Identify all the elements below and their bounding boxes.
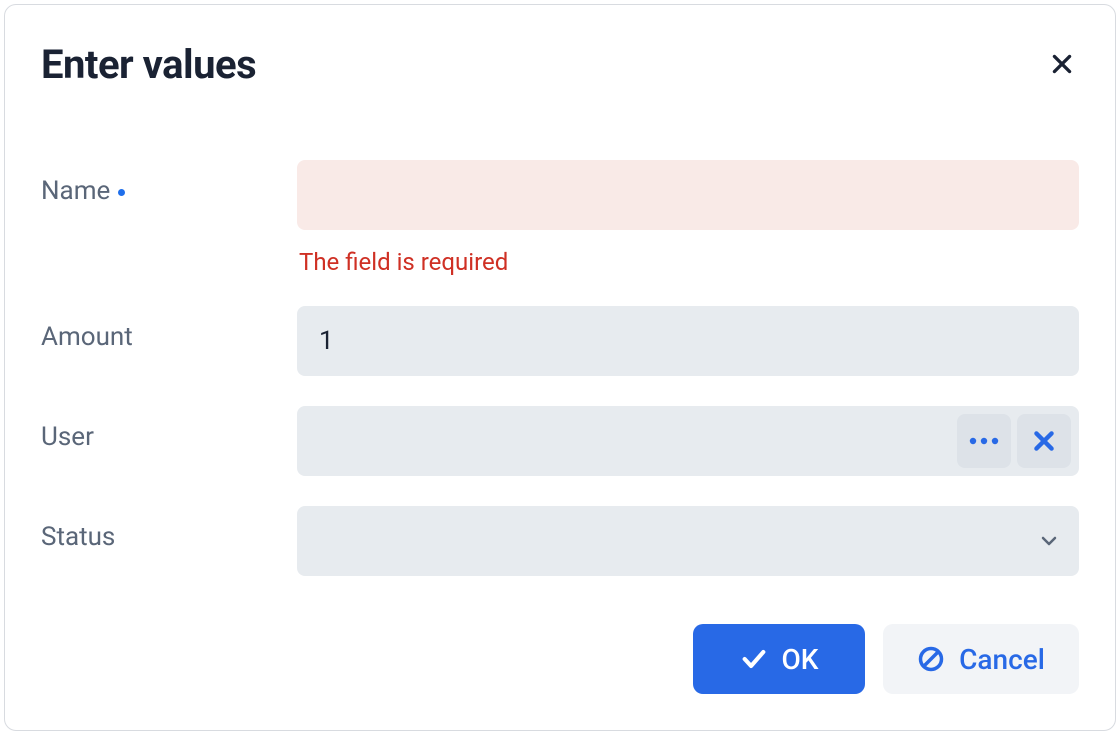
close-icon	[1049, 51, 1075, 77]
amount-label: Amount	[41, 306, 297, 352]
close-button[interactable]	[1045, 47, 1079, 81]
name-label: Name	[41, 160, 297, 206]
name-input[interactable]	[297, 160, 1079, 230]
cancel-button[interactable]: Cancel	[883, 624, 1079, 694]
form-row-amount: Amount	[41, 306, 1079, 376]
status-control	[297, 506, 1079, 576]
ok-button[interactable]: OK	[693, 624, 865, 694]
required-indicator-icon	[118, 189, 125, 196]
form-row-name: Name The field is required	[41, 160, 1079, 276]
user-picker[interactable]	[297, 406, 1079, 476]
name-control: The field is required	[297, 160, 1079, 276]
dialog: Enter values Name The field is required …	[4, 4, 1116, 731]
name-error-text: The field is required	[299, 248, 1079, 276]
dialog-header: Enter values	[41, 41, 1079, 88]
user-input[interactable]	[319, 406, 951, 476]
user-label: User	[41, 406, 297, 452]
amount-input[interactable]	[297, 306, 1079, 376]
dialog-title: Enter values	[41, 41, 256, 88]
check-icon	[740, 645, 768, 673]
chevron-down-icon	[1037, 529, 1061, 553]
dialog-footer: OK Cancel	[693, 624, 1079, 694]
user-clear-button[interactable]	[1017, 414, 1071, 468]
form-row-status: Status	[41, 506, 1079, 576]
clear-icon	[1031, 428, 1057, 454]
form-row-user: User	[41, 406, 1079, 476]
status-label: Status	[41, 506, 297, 552]
user-control	[297, 406, 1079, 476]
amount-control	[297, 306, 1079, 376]
user-lookup-button[interactable]	[957, 414, 1011, 468]
status-select[interactable]	[297, 506, 1079, 576]
ellipsis-icon	[967, 436, 1001, 446]
cancel-icon	[917, 645, 945, 673]
